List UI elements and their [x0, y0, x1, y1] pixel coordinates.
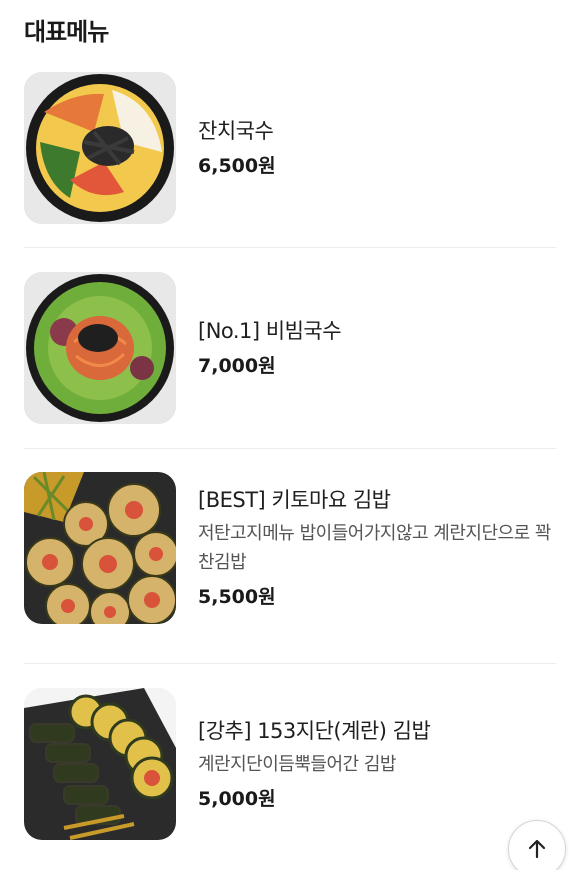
menu-item-photo: [24, 472, 176, 624]
section-title: 대표메뉴: [24, 18, 109, 46]
menu-item-price: 6,500원: [198, 155, 276, 177]
menu-item-name: [강추] 153지단(계란) 김밥: [198, 718, 431, 743]
divider: [24, 663, 556, 664]
menu-item-name: 잔치국수: [198, 119, 274, 143]
menu-item-price: 7,000원: [198, 355, 276, 377]
divider: [24, 448, 556, 449]
menu-item-description: 계란지단이듬뿍들어간 김밥: [198, 753, 396, 775]
divider: [24, 247, 556, 248]
menu-item-janchi-guksu[interactable]: 잔치국수 6,500원: [24, 72, 556, 224]
menu-item-price: 5,500원: [198, 586, 276, 608]
arrow-up-icon: [528, 839, 546, 859]
menu-item-name: [BEST] 키토마요 김밥: [198, 488, 391, 512]
menu-item-photo: [24, 272, 176, 424]
menu-item-bibim-guksu[interactable]: [No.1] 비빔국수 7,000원: [24, 272, 556, 424]
menu-page: 대표메뉴 잔치국수 6,500원 [No.1] 비빔국수 7,000원 [BES…: [0, 0, 580, 870]
menu-item-153-jidan-gimbap[interactable]: [강추] 153지단(계란) 김밥 계란지단이듬뿍들어간 김밥 5,000원: [24, 688, 556, 840]
scroll-to-top-button[interactable]: [508, 820, 566, 870]
menu-item-keto-mayo-gimbap[interactable]: [BEST] 키토마요 김밥 저탄고지메뉴 밥이들어가지않고 계란지단으로 꽉찬…: [24, 472, 556, 624]
menu-item-name: [No.1] 비빔국수: [198, 319, 342, 343]
menu-item-photo: [24, 688, 176, 840]
menu-item-price: 5,000원: [198, 787, 276, 810]
menu-item-photo: [24, 72, 176, 224]
menu-item-description: 저탄고지메뉴 밥이들어가지않고 계란지단으로 꽉찬김밥: [198, 523, 551, 573]
